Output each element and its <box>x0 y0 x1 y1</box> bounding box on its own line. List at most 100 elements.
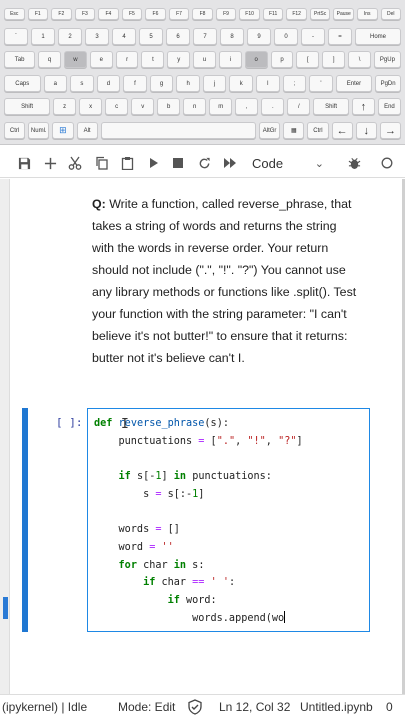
key-k5-6[interactable]: ▦ <box>283 122 305 139</box>
key-del[interactable]: Del <box>380 8 402 20</box>
key-y[interactable]: y <box>167 51 191 68</box>
key-k4-9[interactable]: . <box>261 98 285 115</box>
key-f2[interactable]: F2 <box>51 8 72 20</box>
key-k3-11[interactable]: ' <box>309 75 333 92</box>
restart-icon[interactable] <box>193 152 215 174</box>
key-l[interactable]: l <box>256 75 280 92</box>
cut-icon[interactable] <box>64 152 86 174</box>
markdown-cell[interactable]: Q: Write a function, called reverse_phra… <box>92 193 360 369</box>
cursor-position[interactable]: Ln 12, Col 32 <box>219 700 290 714</box>
key-e[interactable]: e <box>89 51 113 68</box>
key-6[interactable]: 6 <box>166 28 190 45</box>
key-k2-12[interactable]: ] <box>322 51 346 68</box>
notification-count[interactable]: 0 <box>386 700 393 714</box>
add-cell-icon[interactable] <box>39 152 61 174</box>
key-altgr[interactable]: AltGr <box>259 122 281 139</box>
key-k4-10[interactable]: / <box>287 98 311 115</box>
key-enter[interactable]: Enter <box>335 75 373 92</box>
code-editor[interactable]: def reverse_phrase(s): punctuations = ["… <box>87 408 370 632</box>
code-cell[interactable]: [ ]: def reverse_phrase(s): punctuations… <box>22 408 370 632</box>
key-o[interactable]: o <box>244 51 268 68</box>
key-k5-10[interactable]: → <box>379 122 402 139</box>
key-v[interactable]: v <box>131 98 155 115</box>
key-f7[interactable]: F7 <box>168 8 190 20</box>
key-w[interactable]: w <box>64 51 87 68</box>
key-d[interactable]: d <box>96 75 121 92</box>
key-f4[interactable]: F4 <box>98 8 119 20</box>
space-key[interactable] <box>100 122 257 139</box>
key-tab[interactable]: Tab <box>4 51 36 68</box>
key-f12[interactable]: F12 <box>286 8 307 20</box>
key-shift[interactable]: Shift <box>313 98 349 115</box>
key-f[interactable]: f <box>123 75 147 92</box>
key-k1-12[interactable]: = <box>328 28 352 45</box>
key-f11[interactable]: F11 <box>262 8 284 20</box>
key-c[interactable]: c <box>105 98 129 115</box>
key-1[interactable]: 1 <box>31 28 55 45</box>
key-f9[interactable]: F9 <box>215 8 237 20</box>
copy-icon[interactable] <box>90 152 112 174</box>
key-numl[interactable]: Numl. <box>28 122 50 139</box>
key-t[interactable]: t <box>141 51 165 68</box>
key-pgdn[interactable]: PgDn <box>375 75 401 92</box>
key-end[interactable]: End <box>377 98 401 115</box>
key-shift[interactable]: Shift <box>4 98 51 115</box>
key-9[interactable]: 9 <box>247 28 271 45</box>
fast-forward-icon[interactable] <box>219 152 241 174</box>
key-r[interactable]: r <box>115 51 139 68</box>
key-home[interactable]: Home <box>355 28 401 45</box>
key-u[interactable]: u <box>193 51 216 68</box>
key-alt[interactable]: Alt <box>76 122 98 139</box>
key-k2-11[interactable]: [ <box>296 51 320 68</box>
key-caps[interactable]: Caps <box>4 75 41 92</box>
kernel-status[interactable]: (ipykernel) | Idle <box>2 700 87 714</box>
save-icon[interactable] <box>13 152 35 174</box>
key-pause[interactable]: Pause <box>333 8 354 20</box>
key-k1-0[interactable]: ` <box>4 28 28 45</box>
key-h[interactable]: h <box>176 75 200 92</box>
key-g[interactable]: g <box>149 75 174 92</box>
key-ctrl[interactable]: Ctrl <box>4 122 26 139</box>
stop-icon[interactable] <box>167 152 189 174</box>
key-k4-8[interactable]: , <box>235 98 259 115</box>
key-k3-10[interactable]: ; <box>282 75 307 92</box>
key-8[interactable]: 8 <box>220 28 244 45</box>
key-k2-13[interactable]: \ <box>348 51 371 68</box>
key-7[interactable]: 7 <box>193 28 217 45</box>
key-a[interactable]: a <box>43 75 68 92</box>
key-m[interactable]: m <box>209 98 233 115</box>
key-f6[interactable]: F6 <box>145 8 166 20</box>
key-f8[interactable]: F8 <box>192 8 213 20</box>
key-3[interactable]: 3 <box>85 28 109 45</box>
key-s[interactable]: s <box>70 75 94 92</box>
key-f3[interactable]: F3 <box>74 8 96 20</box>
key-0[interactable]: 0 <box>274 28 298 45</box>
key-k1-11[interactable]: - <box>301 28 325 45</box>
key-f1[interactable]: F1 <box>27 8 49 20</box>
key-k5-2[interactable]: ⊞ <box>52 122 74 139</box>
debug-icon[interactable] <box>343 152 365 174</box>
key-j[interactable]: j <box>202 75 227 92</box>
key-b[interactable]: b <box>157 98 181 115</box>
key-k[interactable]: k <box>229 75 254 92</box>
key-z[interactable]: z <box>53 98 77 115</box>
key-n[interactable]: n <box>183 98 207 115</box>
key-4[interactable]: 4 <box>112 28 136 45</box>
key-f10[interactable]: F10 <box>239 8 260 20</box>
paste-icon[interactable] <box>116 152 138 174</box>
key-k4-12[interactable]: ↑ <box>351 98 375 115</box>
key-p[interactable]: p <box>270 51 294 68</box>
code-text[interactable]: def reverse_phrase(s): punctuations = ["… <box>94 415 365 627</box>
key-k5-9[interactable]: ↓ <box>355 122 377 139</box>
cell-type-select[interactable]: Code ⌄ <box>247 152 329 174</box>
run-icon[interactable] <box>142 152 164 174</box>
key-2[interactable]: 2 <box>58 28 82 45</box>
key-esc[interactable]: Esc <box>4 8 25 20</box>
key-q[interactable]: q <box>38 51 61 68</box>
key-i[interactable]: i <box>218 51 242 68</box>
key-5[interactable]: 5 <box>139 28 163 45</box>
shield-check-icon[interactable] <box>187 699 203 715</box>
key-ctrl[interactable]: Ctrl <box>307 122 329 139</box>
key-prtsc[interactable]: PrtSc <box>309 8 331 20</box>
key-pgup[interactable]: PgUp <box>373 51 401 68</box>
